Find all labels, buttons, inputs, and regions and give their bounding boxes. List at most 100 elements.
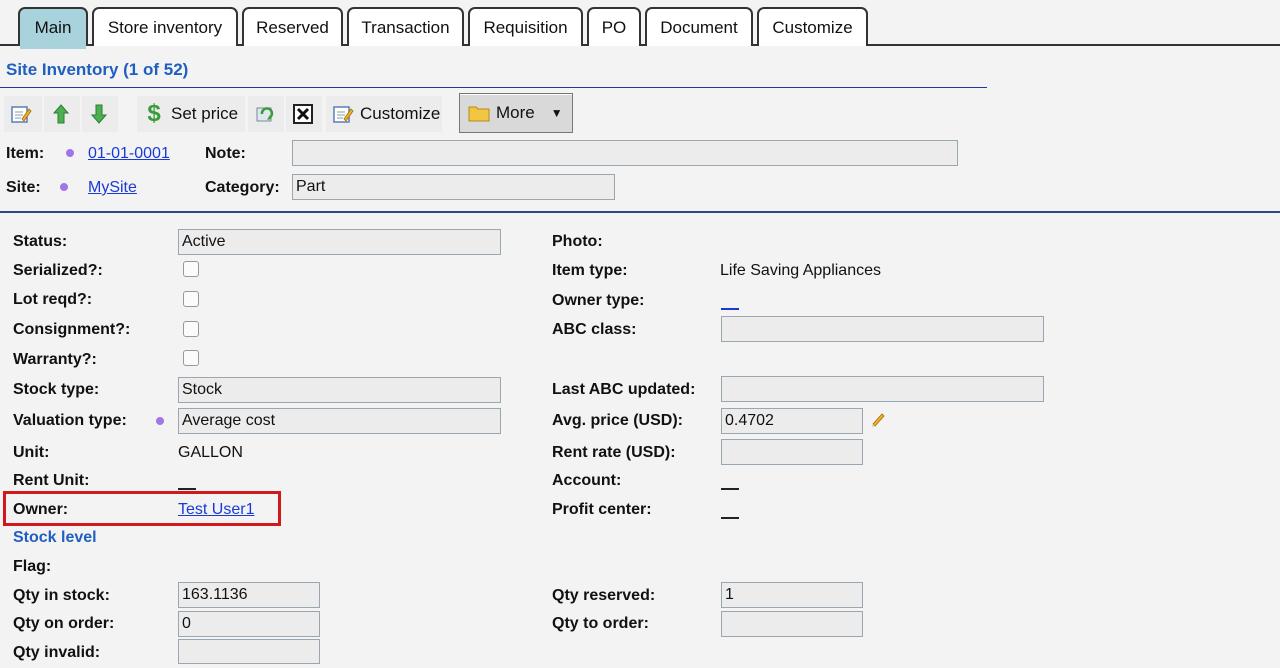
item-label: Item: bbox=[6, 145, 45, 162]
pencil-icon[interactable] bbox=[870, 410, 888, 433]
avg-price-label: Avg. price (USD): bbox=[552, 412, 683, 429]
move-down-button[interactable] bbox=[82, 96, 118, 132]
section-divider bbox=[0, 211, 1280, 213]
valuation-lookup-dot-icon[interactable] bbox=[156, 417, 164, 425]
qty-on-order-label: Qty on order: bbox=[13, 615, 115, 632]
qty-invalid-label: Qty invalid: bbox=[13, 644, 101, 661]
tab-label: Transaction bbox=[361, 17, 450, 37]
arrow-up-icon bbox=[50, 103, 72, 125]
abc-class-label: ABC class: bbox=[552, 321, 637, 338]
page-title: Site Inventory (1 of 52) bbox=[6, 60, 189, 79]
qty-reserved-label: Qty reserved: bbox=[552, 587, 656, 604]
rent-unit-empty-value bbox=[178, 488, 196, 490]
qty-reserved-field[interactable]: 1 bbox=[721, 582, 863, 608]
tab-label: Customize bbox=[772, 17, 853, 37]
owner-label: Owner: bbox=[13, 501, 69, 518]
status-field[interactable]: Active bbox=[178, 229, 501, 255]
stock-level-heading: Stock level bbox=[13, 529, 97, 546]
set-price-label: Set price bbox=[171, 104, 239, 123]
serialized-checkbox[interactable] bbox=[183, 261, 199, 277]
qty-to-order-label: Qty to order: bbox=[552, 615, 649, 632]
refresh-button[interactable] bbox=[248, 96, 284, 132]
owner-link[interactable]: Test User1 bbox=[178, 501, 254, 519]
category-label: Category: bbox=[205, 179, 280, 196]
warranty-checkbox[interactable] bbox=[183, 350, 199, 366]
status-label: Status: bbox=[13, 233, 68, 250]
tab-reserved[interactable]: Reserved bbox=[242, 7, 343, 46]
serialized-label: Serialized?: bbox=[13, 262, 103, 279]
title-divider bbox=[0, 87, 987, 88]
tab-label: Main bbox=[34, 17, 72, 37]
lot-reqd-label: Lot reqd?: bbox=[13, 291, 93, 308]
valuation-type-field[interactable]: Average cost bbox=[178, 408, 501, 434]
flag-label: Flag: bbox=[13, 558, 52, 575]
profit-center-label: Profit center: bbox=[552, 501, 652, 518]
account-label: Account: bbox=[552, 472, 622, 489]
tab-main[interactable]: Main bbox=[18, 7, 88, 49]
qty-invalid-field[interactable] bbox=[178, 639, 320, 664]
stock-type-label: Stock type: bbox=[13, 381, 100, 398]
stock-type-field[interactable]: Stock bbox=[178, 377, 501, 403]
consignment-label: Consignment?: bbox=[13, 321, 131, 338]
refresh-icon bbox=[254, 103, 276, 125]
qty-on-order-field[interactable]: 0 bbox=[178, 611, 320, 637]
tab-label: Reserved bbox=[256, 17, 329, 37]
delete-button[interactable] bbox=[286, 96, 322, 132]
unit-value: GALLON bbox=[178, 444, 243, 461]
tab-po[interactable]: PO bbox=[587, 7, 641, 46]
item-lookup-dot-icon[interactable] bbox=[66, 149, 74, 157]
site-lookup-dot-icon[interactable] bbox=[60, 183, 68, 191]
qty-in-stock-field[interactable]: 163.1136 bbox=[178, 582, 320, 608]
profit-center-empty-value bbox=[721, 517, 739, 519]
more-label: More bbox=[496, 103, 535, 122]
unit-label: Unit: bbox=[13, 444, 50, 461]
last-abc-updated-field[interactable] bbox=[721, 376, 1044, 402]
photo-label: Photo: bbox=[552, 233, 603, 250]
tab-transaction[interactable]: Transaction bbox=[347, 7, 464, 46]
tab-requisition[interactable]: Requisition bbox=[468, 7, 583, 46]
note-label: Note: bbox=[205, 145, 246, 162]
tab-label: Store inventory bbox=[107, 17, 223, 37]
tab-label: Document bbox=[660, 17, 738, 37]
folder-icon bbox=[468, 102, 490, 124]
close-icon bbox=[292, 103, 314, 125]
tab-label: Requisition bbox=[483, 17, 568, 37]
rent-rate-field[interactable] bbox=[721, 439, 863, 465]
tab-label: PO bbox=[601, 17, 627, 37]
customize-label: Customize bbox=[360, 104, 441, 123]
last-abc-updated-label: Last ABC updated: bbox=[552, 381, 696, 398]
category-field[interactable]: Part bbox=[292, 174, 615, 200]
move-up-button[interactable] bbox=[44, 96, 80, 132]
site-label: Site: bbox=[6, 179, 41, 196]
rent-unit-label: Rent Unit: bbox=[13, 472, 90, 489]
tab-bar: Main Store inventory Reserved Transactio… bbox=[0, 0, 1280, 49]
rent-rate-label: Rent rate (USD): bbox=[552, 444, 676, 461]
tab-customize[interactable]: Customize bbox=[757, 7, 868, 46]
edit-icon bbox=[332, 103, 354, 125]
caret-down-icon: ▼ bbox=[550, 106, 563, 120]
consignment-checkbox[interactable] bbox=[183, 321, 199, 337]
site-link[interactable]: MySite bbox=[88, 179, 137, 197]
avg-price-field[interactable]: 0.4702 bbox=[721, 408, 863, 434]
edit-button[interactable] bbox=[4, 96, 42, 132]
tab-store-inventory[interactable]: Store inventory bbox=[92, 7, 238, 46]
owner-type-label: Owner type: bbox=[552, 292, 645, 309]
tab-document[interactable]: Document bbox=[645, 7, 753, 46]
qty-in-stock-label: Qty in stock: bbox=[13, 587, 110, 604]
account-empty-value bbox=[721, 488, 739, 490]
customize-button[interactable]: Customize bbox=[326, 96, 442, 132]
set-price-button[interactable]: $ Set price bbox=[137, 96, 245, 132]
warranty-label: Warranty?: bbox=[13, 351, 97, 368]
qty-to-order-field[interactable] bbox=[721, 611, 863, 637]
edit-icon bbox=[10, 103, 32, 125]
item-link[interactable]: 01-01-0001 bbox=[88, 145, 170, 163]
more-menu-button[interactable]: More ▼ bbox=[459, 93, 573, 133]
valuation-type-label: Valuation type: bbox=[13, 412, 127, 429]
item-type-value: Life Saving Appliances bbox=[720, 262, 881, 279]
note-field[interactable] bbox=[292, 140, 958, 166]
owner-type-empty-link[interactable] bbox=[721, 308, 739, 310]
arrow-down-icon bbox=[88, 103, 110, 125]
dollar-icon: $ bbox=[147, 100, 161, 127]
abc-class-field[interactable] bbox=[721, 316, 1044, 342]
lot-reqd-checkbox[interactable] bbox=[183, 291, 199, 307]
